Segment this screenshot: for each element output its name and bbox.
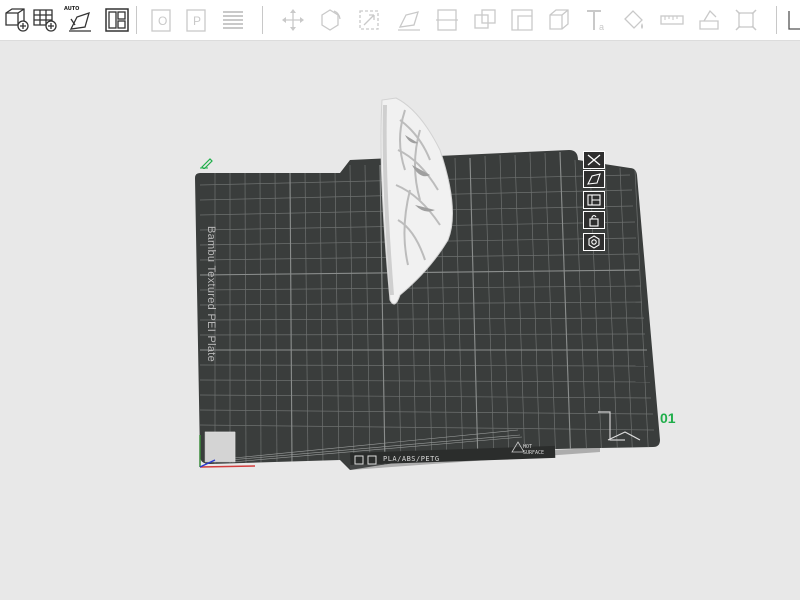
- svg-text:O: O: [158, 14, 167, 28]
- view-icon[interactable]: [783, 3, 800, 37]
- cut-icon[interactable]: [430, 3, 464, 37]
- hot-surface-label: HOT SURFACE: [523, 444, 545, 456]
- filament-types-label: PLA/ABS/PETG: [383, 455, 440, 463]
- split-objects-icon[interactable]: O: [145, 3, 179, 37]
- paint-bucket-icon[interactable]: [617, 3, 651, 37]
- origin-cube: [204, 431, 236, 463]
- svg-text:a: a: [599, 22, 604, 32]
- lock-icon: [589, 214, 599, 227]
- 3d-viewport[interactable]: Bambu Textured PEI Plate 01 PLA/ABS/PETG…: [0, 41, 800, 600]
- orient-plate-button[interactable]: [583, 170, 605, 188]
- plate-number[interactable]: 01: [660, 410, 676, 426]
- seam-icon[interactable]: [729, 3, 763, 37]
- grid-plus-icon[interactable]: [28, 3, 62, 37]
- pencil-edit-icon[interactable]: [200, 154, 214, 173]
- auto-orient-icon[interactable]: [63, 3, 97, 37]
- boolean-icon[interactable]: [468, 3, 502, 37]
- lock-plate-button[interactable]: [583, 211, 605, 229]
- ruler-icon[interactable]: [655, 3, 689, 37]
- arrange-plate-button[interactable]: [583, 191, 605, 209]
- assembly-icon[interactable]: [542, 3, 576, 37]
- plate-settings-button[interactable]: [583, 233, 605, 251]
- svg-text:P: P: [193, 14, 201, 28]
- support-paint-icon[interactable]: [692, 3, 726, 37]
- orient-icon: [587, 173, 601, 185]
- x-axis: [199, 465, 256, 468]
- text-icon[interactable]: a: [580, 3, 614, 37]
- rotate-icon[interactable]: [313, 3, 347, 37]
- layers-icon[interactable]: [216, 3, 250, 37]
- arrange-icon[interactable]: [100, 3, 134, 37]
- plate-name-label: Bambu Textured PEI Plate: [205, 226, 217, 363]
- move-icon[interactable]: [276, 3, 310, 37]
- close-icon: [587, 154, 601, 166]
- split-parts-icon[interactable]: P: [180, 3, 214, 37]
- scale-icon[interactable]: [352, 3, 386, 37]
- measure-icon[interactable]: [505, 3, 539, 37]
- gear-icon: [588, 235, 600, 249]
- plate-scene: [195, 97, 660, 470]
- delete-plate-button[interactable]: [583, 151, 605, 169]
- arrange-icon: [587, 194, 601, 206]
- top-toolbar: AUTO O P a: [0, 0, 800, 41]
- lay-on-face-icon[interactable]: [392, 3, 426, 37]
